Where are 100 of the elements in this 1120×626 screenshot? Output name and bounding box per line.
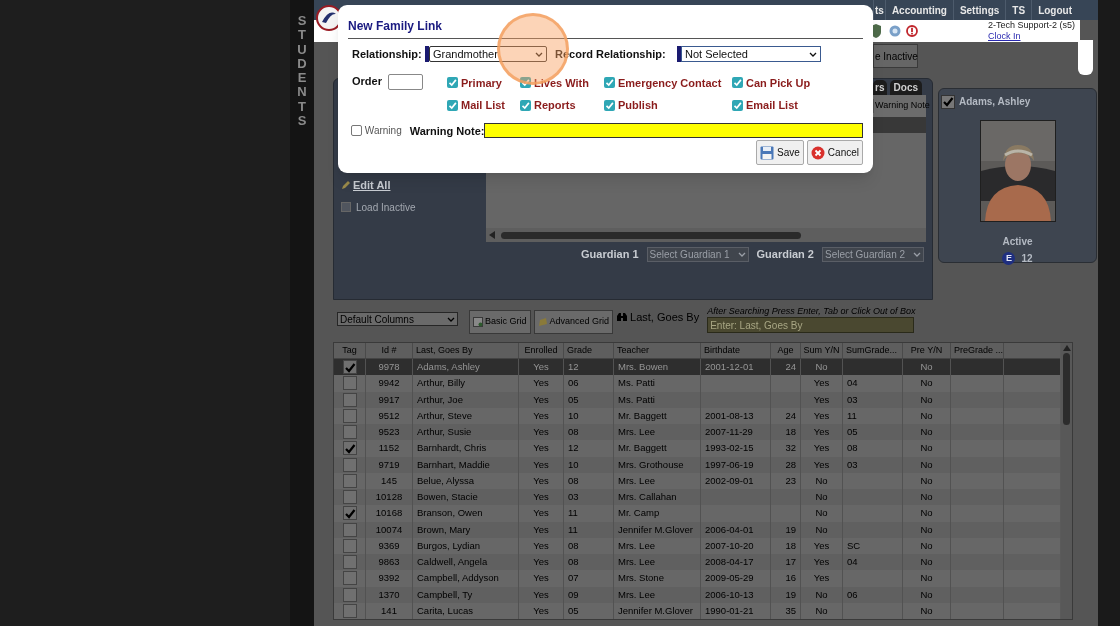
scroll-up-icon[interactable] (1062, 345, 1071, 351)
tag-checkbox[interactable] (342, 376, 357, 391)
checkbox[interactable] (604, 99, 615, 111)
table-cell: SC (847, 538, 861, 553)
table-cell-text: 24 (785, 360, 796, 374)
table-cell: Arthur, Billy (417, 376, 466, 391)
grid-row[interactable]: 10168 Branson, Owen Yes 11 Mr. Camp No No (334, 505, 1060, 522)
grid-row[interactable]: 9863 Caldwell, Angela Yes 08 Mrs. Lee 2008-04-17 17 Yes 04 No (334, 554, 1060, 571)
option-label: Publish (618, 98, 658, 113)
cancel-button[interactable]: Cancel (806, 140, 863, 165)
column-header[interactable]: Teacher (614, 343, 701, 358)
checkbox[interactable] (732, 99, 743, 111)
column-header[interactable]: Pre Y/N (903, 343, 951, 358)
close-icon (810, 145, 825, 160)
checkbox[interactable] (732, 77, 743, 89)
table-cell: 9719 (378, 457, 400, 472)
caret-icon (447, 316, 455, 322)
alert-icon[interactable] (906, 25, 918, 37)
tag-checkbox[interactable] (342, 522, 357, 537)
warning-label: Warning (364, 124, 402, 139)
guardian-select[interactable]: Select Guardian 1 (646, 246, 749, 262)
column-header[interactable]: Tag (334, 343, 366, 358)
student-checkbox[interactable] (941, 94, 955, 109)
checkbox[interactable] (447, 99, 458, 111)
table-cell: Jennifer M.Glover (618, 603, 693, 618)
clock-in-link[interactable]: Clock In (988, 31, 1076, 42)
column-header[interactable]: Age (771, 343, 801, 358)
tab[interactable]: rs (873, 80, 887, 95)
order-field[interactable] (388, 73, 423, 90)
grid-row[interactable]: 1152 Barnhardt, Chris Yes 12 Mr. Baggett 1993-02-15 32 Yes 08 No (334, 440, 1060, 457)
checkbox[interactable] (447, 77, 458, 89)
tab[interactable]: Docs (889, 80, 922, 95)
table-cell: Arthur, Steve (417, 408, 472, 423)
table-cell-text: Mrs. Bowen (618, 360, 669, 374)
tag-checkbox[interactable] (342, 425, 357, 440)
table-cell: 11 (568, 506, 578, 521)
tag-checkbox[interactable] (342, 587, 357, 602)
table-cell: 9942 (378, 376, 400, 391)
table-cell: Yes (533, 376, 549, 391)
horizontal-scrollbar[interactable] (486, 228, 926, 242)
table-cell: Yes (533, 473, 549, 488)
table-cell: 9369 (378, 538, 400, 553)
grid-row[interactable]: 9942 Arthur, Billy Yes 06 Ms. Patti Yes 04 No (334, 375, 1060, 392)
column-header[interactable]: Birthdate (701, 343, 771, 358)
edit-all-link[interactable]: Edit All (353, 177, 391, 194)
grid-row[interactable]: 9392 Campbell, Addyson Yes 07 Mrs. Stone 2009-05-29 16 Yes No (334, 570, 1060, 587)
table-cell-text: Yes (813, 555, 830, 569)
table-cell: Barnhart, Maddie (417, 457, 490, 472)
tag-checkbox[interactable] (342, 441, 357, 456)
column-header[interactable]: Sum Y/N (801, 343, 843, 358)
binoculars-icon (617, 312, 628, 321)
grid-row[interactable]: 9978 Adams, Ashley Yes 12 Mrs. Bowen 2001-12-01 24 No No (334, 359, 1060, 376)
advanced-grid-button[interactable]: Advanced Grid (533, 310, 614, 334)
tag-checkbox[interactable] (342, 392, 357, 407)
column-header[interactable]: Grade (564, 343, 614, 358)
tag-checkbox[interactable] (342, 490, 357, 505)
search-field[interactable]: Enter: Last, Goes By (707, 317, 915, 333)
column-header[interactable]: PreGrade ... (951, 343, 1004, 358)
guardian-select[interactable]: Select Guardian 2 (822, 246, 924, 262)
tag-checkbox[interactable] (342, 603, 357, 618)
table-cell: Yes (533, 571, 549, 586)
column-header[interactable]: Enrolled (519, 343, 564, 358)
warning-note-field[interactable] (484, 123, 863, 139)
tag-checkbox[interactable] (342, 555, 357, 570)
load-inactive-label: Load Inactive (356, 200, 416, 215)
tag-checkbox[interactable] (342, 506, 357, 521)
column-header[interactable]: Id # (366, 343, 413, 358)
tag-checkbox[interactable] (342, 571, 357, 586)
save-button[interactable]: Save (756, 140, 804, 165)
table-cell: 2006-04-01 (705, 522, 754, 537)
help-icon[interactable] (889, 25, 901, 37)
checkbox[interactable] (520, 99, 531, 111)
table-cell: Barnhardt, Chris (417, 441, 487, 456)
scroll-thumb[interactable] (1063, 353, 1070, 425)
checkbox[interactable] (604, 77, 615, 89)
scroll-left-icon[interactable] (489, 231, 495, 239)
table-cell: Yes (533, 603, 549, 618)
tag-checkbox[interactable] (342, 408, 357, 423)
tag-checkbox[interactable] (342, 538, 357, 553)
table-cell: 2001-08-13 (705, 408, 754, 423)
table-cell: Yes (533, 522, 549, 537)
tag-checkbox[interactable] (342, 360, 357, 375)
table-cell-text: No (920, 490, 933, 504)
checkbox[interactable] (351, 125, 362, 137)
table-cell: No (920, 392, 933, 407)
tag-checkbox[interactable] (342, 473, 357, 488)
warning-note-label: Warning Note: (409, 123, 485, 139)
column-header[interactable]: Last, Goes By (413, 343, 519, 358)
basic-grid-button[interactable]: Basic Grid (469, 310, 531, 334)
columns-select[interactable]: Default Columns (337, 312, 458, 326)
option-label: Mail List (461, 98, 505, 113)
table-cell: Jennifer M.Glover (618, 522, 693, 537)
column-header[interactable]: SumGrade... (843, 343, 903, 358)
grid-row[interactable]: 9523 Arthur, Susie Yes 08 Mrs. Lee 2007-11-29 18 Yes 05 No (334, 424, 1060, 441)
checkbox[interactable] (520, 77, 531, 89)
table-cell-text: Bowen, Stacie (417, 490, 478, 504)
grid-row[interactable]: 10128 Bowen, Stacie Yes 03 Mrs. Callahan No No (334, 489, 1060, 506)
tag-checkbox[interactable] (342, 457, 357, 472)
table-cell: Branson, Owen (417, 506, 483, 521)
guardian-label: Guardian 2 (756, 247, 814, 262)
